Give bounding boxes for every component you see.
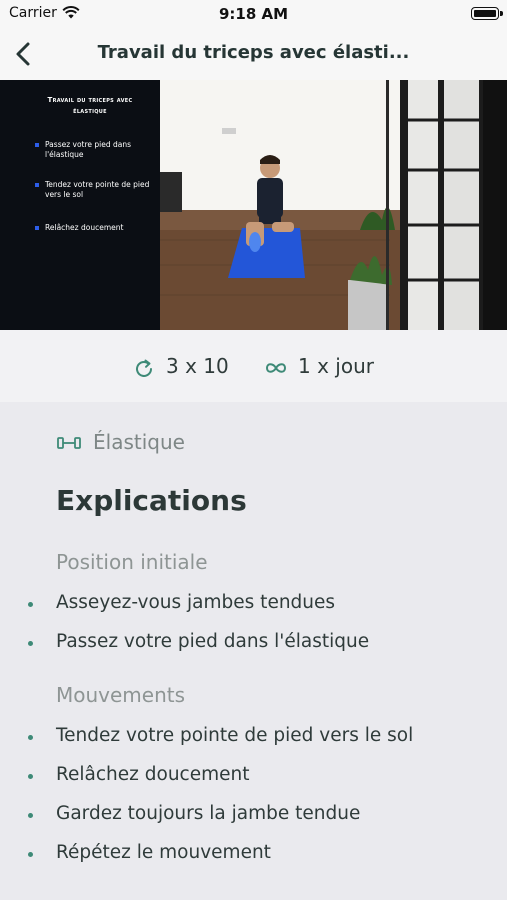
video-instructions-panel: Travail du triceps avec élastique Passez… <box>0 80 160 330</box>
sets-reps: 3 x 10 <box>166 354 229 378</box>
page-title: Travail du triceps avec élasti... <box>97 42 410 63</box>
video-frame-image <box>160 80 507 330</box>
video-panel-title: Travail du triceps avec élastique <box>47 96 133 115</box>
infinity-icon <box>265 363 287 373</box>
dumbbell-icon <box>57 437 81 449</box>
explanations-heading: Explications <box>56 484 247 517</box>
section-title: Position initiale <box>56 550 208 574</box>
exercise-meta: 3 x 10 1 x jour <box>0 330 507 402</box>
status-bar: Carrier 9:18 AM <box>0 0 507 28</box>
list-item: Passez votre pied dans l'élastique <box>28 631 369 652</box>
list-item: Asseyez-vous jambes tendues <box>28 592 335 613</box>
equipment-label: Élastique <box>93 430 185 454</box>
video-step: Relâchez doucement <box>35 223 155 233</box>
video-step: Passez votre pied dans l'élastique <box>35 140 155 160</box>
navigation-bar: Travail du triceps avec élasti... <box>0 28 507 80</box>
list-item: Relâchez doucement <box>28 764 249 785</box>
clock: 9:18 AM <box>218 5 289 23</box>
list-item: Gardez toujours la jambe tendue <box>28 803 360 824</box>
exercise-video[interactable]: Travail du triceps avec élastique Passez… <box>0 80 507 330</box>
video-step: Tendez votre pointe de pied vers le sol <box>35 180 155 200</box>
back-arrow-icon[interactable] <box>10 38 40 70</box>
frequency: 1 x jour <box>298 354 374 378</box>
list-item: Tendez votre pointe de pied vers le sol <box>28 725 413 746</box>
battery-icon <box>471 7 503 20</box>
exercise-details: Élastique Explications Position initiale… <box>0 402 507 900</box>
section-title: Mouvements <box>56 683 186 707</box>
repeat-icon <box>136 359 152 377</box>
list-item: Répétez le mouvement <box>28 842 271 863</box>
